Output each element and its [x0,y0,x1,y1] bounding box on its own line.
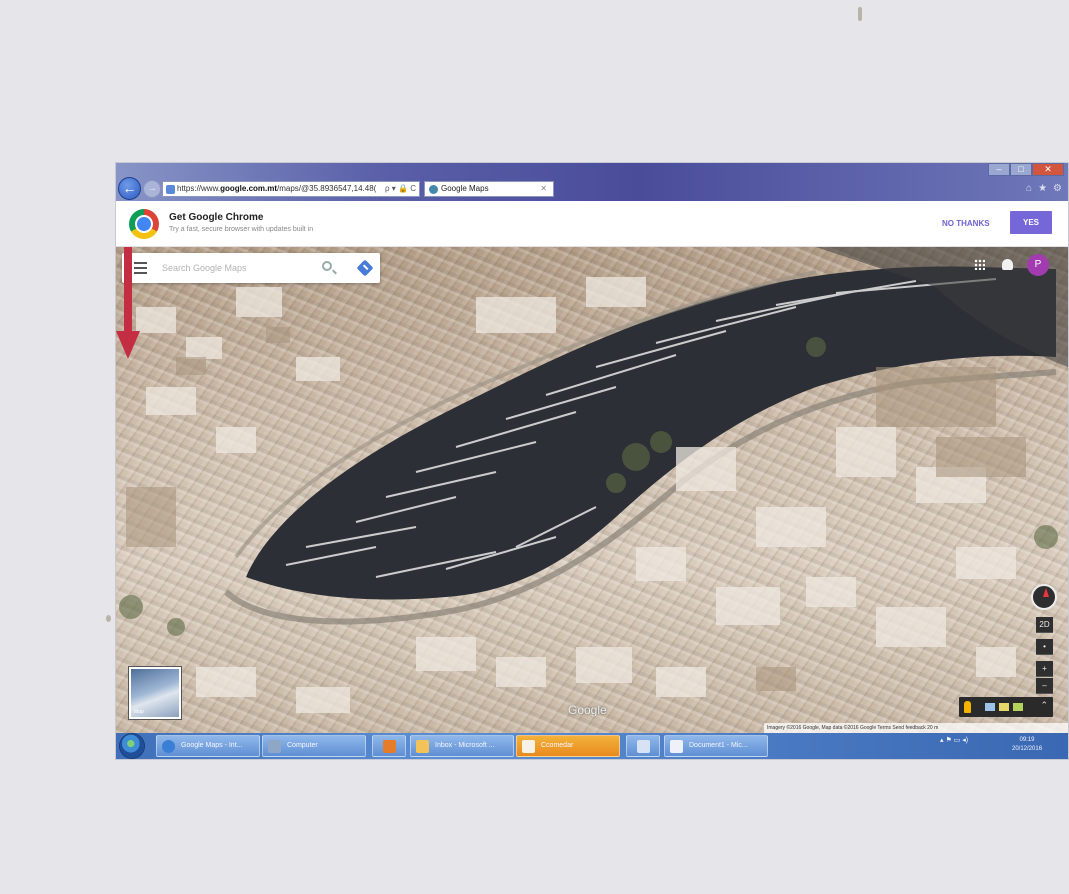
taskbar-clock[interactable]: 09:19 20/12/2016 [1012,736,1042,754]
earth-toggle-label: Map [134,709,144,715]
taskbar-item-word-document[interactable]: Document1 - Mic... [664,735,768,757]
search-icon[interactable] [322,261,332,271]
scan-artifact [106,615,111,622]
taskbar-item-calendar[interactable]: Ccomedar [516,735,620,757]
internet-explorer-icon [162,740,175,753]
browser-toolbar-right: ⌂ ★ ⚙ [1026,183,1062,194]
compass-icon[interactable] [1031,584,1057,610]
promo-subtitle: Try a fast, secure browser with updates … [169,226,314,233]
favorites-star-icon[interactable]: ★ [1038,183,1047,194]
apps-grid-icon[interactable] [974,259,985,270]
home-icon[interactable]: ⌂ [1026,183,1032,194]
taskbar-item-media-player[interactable] [372,735,406,757]
zoom-out-button[interactable]: – [1036,678,1053,694]
layer-swatch-transit[interactable] [985,703,995,711]
directions-icon[interactable] [356,259,374,277]
pan-button[interactable]: • [1036,639,1053,655]
url-prefix: https://www. [177,184,221,193]
url-domain: google.com.mt [220,184,278,193]
browser-titlebar: – □ ✕ ← → https://www.google.com.mt/maps… [116,163,1068,201]
chrome-logo-icon [129,209,159,239]
satellite-map-view[interactable]: P Map 2D • + – Google ⌃ Imagery ©2016 Go… [116,247,1068,733]
red-pointer-arrow-icon [116,247,140,359]
outlook-icon [416,740,429,753]
windows-taskbar: Google Maps - Int... Computer Inbox - Mi… [116,733,1068,759]
search-input[interactable] [162,260,312,276]
back-button[interactable]: ← [118,177,141,200]
url-path: /maps/@35.8936547,14.48( [277,184,377,193]
google-watermark-logo: Google [568,703,607,717]
minimize-button[interactable]: – [988,163,1010,176]
system-tray-icons[interactable]: ▴ ⚑ ▭ ◂) [940,736,968,744]
yes-button[interactable]: YES [1010,211,1052,234]
computer-icon [268,740,281,753]
map-attribution: Imagery ©2016 Google, Map data ©2016 Goo… [764,723,1068,733]
taskbar-item-computer[interactable]: Computer [262,735,366,757]
address-tools-icons[interactable]: ρ ▾ 🔒 C [383,182,416,196]
notepad-icon [637,740,650,753]
taskbar-item-notepad[interactable] [626,735,660,757]
tab-google-maps[interactable]: Google Maps ✕ [424,181,554,197]
pdf-reader-icon [522,740,535,753]
taskbar-item-label: Ccomedar [541,742,574,749]
notifications-bell-icon[interactable] [1002,259,1013,270]
zoom-in-button[interactable]: + [1036,661,1053,677]
media-player-icon [383,740,396,753]
taskbar-item-label: Document1 - Mic... [689,742,748,749]
taskbar-item-label: Computer [287,742,318,749]
maximize-button[interactable]: □ [1010,163,1032,176]
word-icon [670,740,683,753]
layer-swatch-traffic[interactable] [999,703,1009,711]
taskbar-item-label: Inbox - Microsoft ... [435,742,495,749]
tab-close-icon[interactable]: ✕ [540,182,547,196]
address-bar[interactable]: https://www.google.com.mt/maps/@35.89365… [162,181,420,197]
taskbar-item-google-maps[interactable]: Google Maps - Int... [156,735,260,757]
layers-bar[interactable]: ⌃ [959,697,1053,717]
taskbar-item-outlook[interactable]: Inbox - Microsoft ... [410,735,514,757]
map-search-box [122,253,380,283]
tilt-2d-button[interactable]: 2D [1036,617,1053,633]
expand-chevron-icon[interactable]: ⌃ [1040,700,1048,711]
earth-view-toggle[interactable]: Map [129,667,181,719]
layer-swatch-terrain[interactable] [1013,703,1023,711]
settings-gear-icon[interactable]: ⚙ [1053,183,1062,194]
chrome-promo-banner: Get Google Chrome Try a fast, secure bro… [116,201,1068,247]
pegman-icon[interactable] [964,701,971,713]
scan-artifact [858,7,862,21]
account-avatar[interactable]: P [1027,254,1049,276]
windows-start-icon[interactable] [120,734,144,758]
taskbar-item-label: Google Maps - Int... [181,742,243,749]
clock-date: 20/12/2016 [1012,746,1043,752]
site-favicon-icon [166,185,175,194]
promo-title: Get Google Chrome [169,212,264,223]
tab-label: Google Maps [441,184,489,193]
screen-printout: – □ ✕ ← → https://www.google.com.mt/maps… [116,163,1068,759]
google-maps-favicon-icon [429,185,438,194]
clock-time: 09:19 [1019,737,1035,743]
close-window-button[interactable]: ✕ [1032,163,1064,176]
no-thanks-button[interactable]: NO THANKS [942,219,990,228]
aerial-imagery [119,247,1068,713]
forward-button[interactable]: → [143,180,161,198]
window-controls: – □ ✕ [988,163,1064,176]
